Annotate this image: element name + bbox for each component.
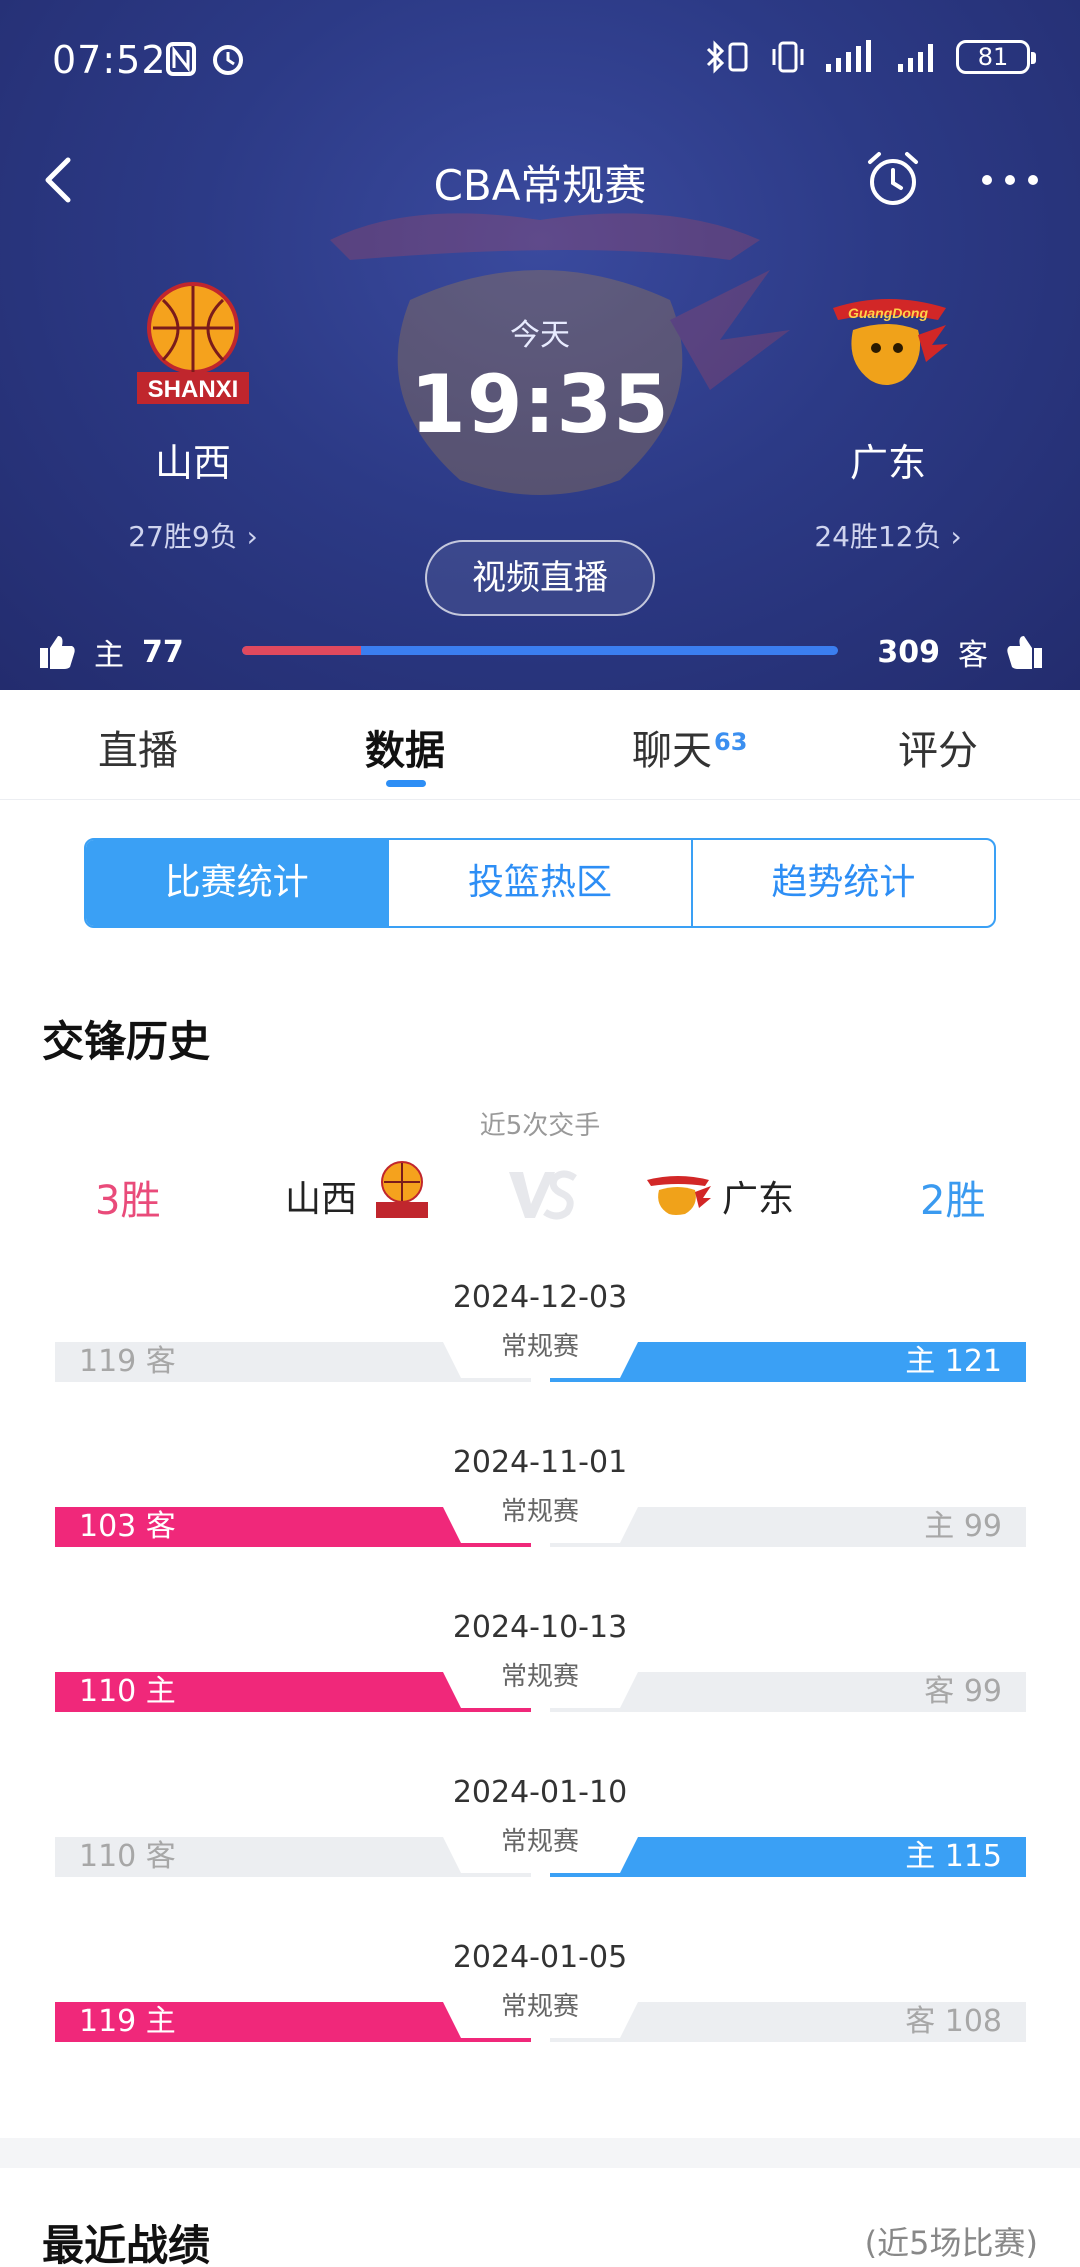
shanxi-small-logo-icon (376, 1161, 428, 1218)
match-type: 常规赛 (500, 1827, 579, 1857)
h2h-match-row[interactable]: 2024-01-05 常规赛 119 主客 108 (0, 1940, 1080, 2050)
guangdong-small-logo-icon (647, 1176, 711, 1215)
h2h-match-row[interactable]: 2024-10-13 常规赛 110 主客 99 (0, 1610, 1080, 1720)
away-wins: 2胜 (920, 1178, 986, 1224)
alarm-clock-icon[interactable] (862, 148, 924, 210)
stats-segment-control: 比赛统计 投篮热区 趋势统计 (84, 838, 996, 928)
match-time-block: 今天 19:35 (340, 310, 740, 451)
vote-ratio-home (242, 646, 362, 655)
vs-icon (509, 1170, 577, 1220)
thumbs-up-icon (40, 636, 75, 669)
match-type: 常规赛 (500, 1992, 579, 2022)
tab-live[interactable]: 直播 (98, 718, 178, 776)
segment-match-stats[interactable]: 比赛统计 (86, 840, 390, 926)
guangdong-logo-text: GuangDong (848, 305, 929, 321)
away-vote-count: 309 (877, 634, 940, 670)
data-panel: 比赛统计 投篮热区 趋势统计 交锋历史 近5次交手 3胜 山西 广东 2胜 20… (0, 800, 1080, 2138)
thumbs-up-icon (1007, 636, 1042, 669)
chat-count-badge: 63 (714, 728, 748, 756)
tab-rating[interactable]: 评分 (898, 718, 978, 776)
video-live-button[interactable]: 视频直播 (425, 540, 655, 616)
bluetooth-vibrate-icon (706, 40, 748, 74)
away-vote[interactable]: 309 客 (877, 630, 1044, 674)
h2h-away-name: 广东 (722, 1179, 795, 1220)
shanxi-logo-text: SHANXI (148, 376, 239, 403)
h2h-match-row[interactable]: 2024-01-10 常规赛 110 客主 115 (0, 1775, 1080, 1885)
home-team-record[interactable]: 27胜9负 › (68, 515, 318, 555)
recent-form-title: 最近战绩 (42, 2221, 211, 2267)
away-team[interactable]: GuangDong 广东 24胜12负 › (763, 280, 1013, 555)
away-team-name: 广东 (849, 441, 926, 485)
h2h-summary: 3胜 山西 广东 2胜 (0, 1160, 1080, 1230)
away-record-text: 24胜12负 (814, 520, 942, 553)
away-team-record[interactable]: 24胜12负 › (763, 515, 1013, 555)
match-day: 今天 (510, 318, 570, 353)
home-record-text: 27胜9负 (128, 520, 238, 553)
vibrate-icon (772, 41, 804, 73)
h2h-section-title: 交锋历史 (42, 1017, 211, 1066)
tab-chat[interactable]: 聊天63 (632, 718, 747, 776)
nav-bar: CBA常规赛 (0, 140, 1080, 220)
status-bar: 07:52 81 (0, 0, 1080, 120)
shanxi-logo-icon: SHANXI (137, 282, 249, 404)
nfc-alarm-icon (166, 42, 243, 76)
match-date: 2024-10-13 (452, 1610, 628, 1645)
match-time: 19:35 (410, 358, 670, 451)
match-type: 常规赛 (500, 1497, 579, 1527)
home-team-name: 山西 (154, 441, 231, 485)
h2h-subtitle: 近5次交手 (479, 1111, 601, 1141)
guangdong-logo-icon: GuangDong (833, 299, 948, 385)
home-vote-count: 77 (142, 634, 184, 670)
home-wins: 3胜 (95, 1178, 161, 1224)
segment-shot-heatmap[interactable]: 投篮热区 (389, 840, 693, 926)
match-header: 07:52 81 CBA常规赛 SHANXI 山西 27胜9负 › 今天 19:… (0, 0, 1080, 690)
match-date: 2024-11-01 (452, 1445, 628, 1480)
signal-icon (826, 40, 871, 72)
away-vote-label: 客 (958, 638, 988, 673)
home-team[interactable]: SHANXI 山西 27胜9负 › (68, 280, 318, 555)
main-tabs: 直播 数据 聊天63 评分 (0, 690, 1080, 800)
support-vote-row: 主 77 309 客 (0, 630, 1080, 673)
tab-data[interactable]: 数据 (365, 718, 445, 776)
h2h-home-name: 山西 (285, 1179, 358, 1220)
home-vote-label: 主 (94, 638, 124, 673)
match-date: 2024-01-10 (452, 1775, 628, 1810)
h2h-match-row[interactable]: 2024-11-01 常规赛 103 客主 99 (0, 1445, 1080, 1555)
match-type: 常规赛 (500, 1662, 579, 1692)
vote-ratio-bar (242, 646, 838, 655)
recent-form-note: (近5场比赛) (864, 2224, 1038, 2262)
match-date: 2024-12-03 (452, 1280, 628, 1315)
tab-chat-label: 聊天 (632, 728, 712, 774)
home-vote[interactable]: 主 77 (38, 630, 184, 674)
status-right: 81 (704, 40, 1036, 74)
segment-trend-stats[interactable]: 趋势统计 (693, 840, 994, 926)
match-date: 2024-01-05 (452, 1940, 628, 1975)
more-options-icon[interactable] (975, 160, 1045, 200)
recent-form-header: 最近战绩 (近5场比赛) (0, 2168, 1080, 2267)
battery-indicator: 81 (956, 40, 1036, 74)
active-tab-indicator (386, 780, 426, 787)
match-type: 常规赛 (500, 1332, 579, 1362)
signal-2-icon (898, 44, 933, 72)
h2h-match-row[interactable]: 2024-12-03 常规赛 119 客主 121 (0, 1280, 1080, 1390)
